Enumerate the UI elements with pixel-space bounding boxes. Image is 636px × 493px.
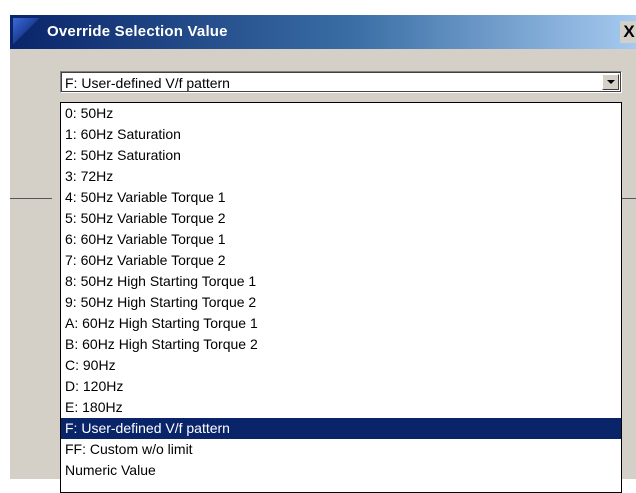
chevron-down-icon bbox=[607, 80, 615, 84]
dropdown-option[interactable]: 5: 50Hz Variable Torque 2 bbox=[61, 208, 621, 229]
dropdown-option[interactable]: Numeric Value bbox=[61, 460, 621, 481]
close-button[interactable]: X bbox=[620, 21, 636, 43]
dropdown-option[interactable]: 2: 50Hz Saturation bbox=[61, 145, 621, 166]
app-logo-icon bbox=[13, 18, 39, 44]
dropdown-list: 0: 50Hz 1: 60Hz Saturation 2: 50Hz Saturat… bbox=[60, 102, 622, 493]
dropdown-option[interactable]: 0: 50Hz bbox=[61, 103, 621, 124]
combobox-value: F: User-defined V/f pattern bbox=[65, 75, 230, 91]
dropdown-option[interactable]: 9: 50Hz High Starting Torque 2 bbox=[61, 292, 621, 313]
dropdown-option-selected[interactable]: F: User-defined V/f pattern bbox=[61, 418, 621, 439]
dropdown-option[interactable]: 7: 60Hz Variable Torque 2 bbox=[61, 250, 621, 271]
dropdown-option[interactable]: 8: 50Hz High Starting Torque 1 bbox=[61, 271, 621, 292]
dropdown-option[interactable]: C: 90Hz bbox=[61, 355, 621, 376]
dropdown-option[interactable]: 1: 60Hz Saturation bbox=[61, 124, 621, 145]
dropdown-option[interactable]: 6: 60Hz Variable Torque 1 bbox=[61, 229, 621, 250]
selection-combobox[interactable]: F: User-defined V/f pattern bbox=[60, 71, 622, 93]
dropdown-option[interactable]: B: 60Hz High Starting Torque 2 bbox=[61, 334, 621, 355]
group-divider-right bbox=[620, 198, 636, 199]
dropdown-option[interactable]: 4: 50Hz Variable Torque 1 bbox=[61, 187, 621, 208]
group-divider-left bbox=[10, 198, 52, 199]
window-title: Override Selection Value bbox=[47, 23, 228, 40]
dropdown-option[interactable]: D: 120Hz bbox=[61, 376, 621, 397]
dropdown-option[interactable]: FF: Custom w/o limit bbox=[61, 439, 621, 460]
dropdown-option[interactable]: E: 180Hz bbox=[61, 397, 621, 418]
dropdown-button[interactable] bbox=[602, 74, 619, 90]
override-selection-dialog: Override Selection Value X F: User-defin… bbox=[10, 15, 636, 493]
dropdown-option[interactable]: A: 60Hz High Starting Torque 1 bbox=[61, 313, 621, 334]
dropdown-option[interactable]: 3: 72Hz bbox=[61, 166, 621, 187]
title-bar[interactable]: Override Selection Value X bbox=[10, 15, 636, 49]
